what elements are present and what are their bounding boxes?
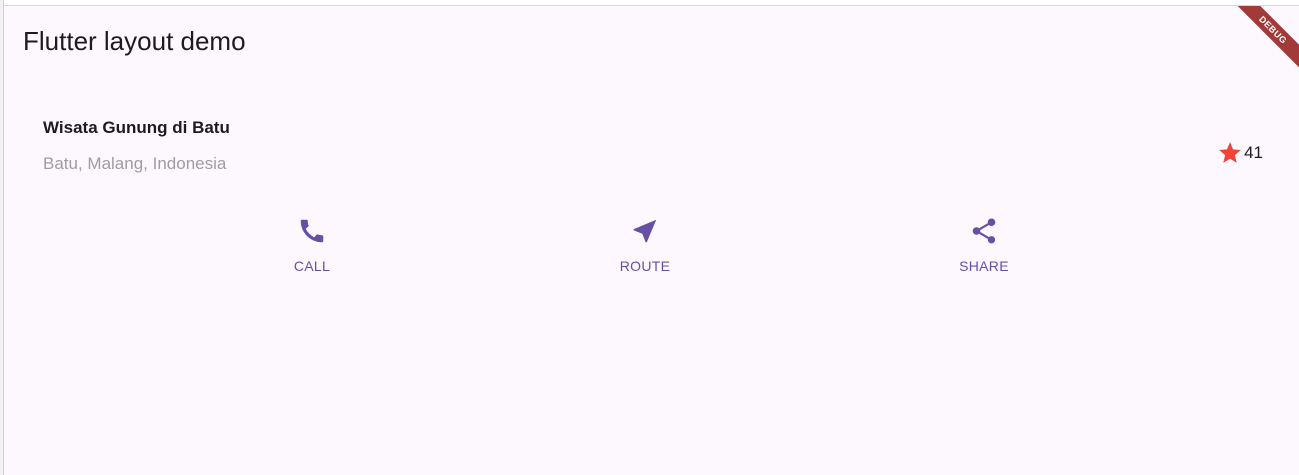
app-bar: Flutter layout demo [4,6,1299,76]
place-location: Batu, Malang, Indonesia [43,154,227,173]
share-button-label: SHARE [959,258,1009,274]
route-button-label: ROUTE [619,258,671,274]
navigation-icon [633,219,657,243]
place-name: Wisata Gunung di Batu [43,118,230,137]
star-icon [1219,142,1241,163]
call-button-label: CALL [293,258,331,274]
share-button[interactable]: SHARE [924,216,1044,280]
rating-count: 41 [1244,143,1263,162]
app-title: Flutter layout demo [23,26,246,56]
app-window: Flutter layout demo DEBUG Wisata Gunung … [4,6,1299,475]
call-button[interactable]: CALL [252,216,372,280]
rating: 41 [1217,140,1263,166]
title-section: Wisata Gunung di Batu Batu, Malang, Indo… [43,114,1263,184]
phone-icon [300,219,324,243]
share-icon [972,218,996,244]
button-section: CALL ROUTE SHARE [4,216,1299,286]
route-button[interactable]: ROUTE [585,216,705,280]
